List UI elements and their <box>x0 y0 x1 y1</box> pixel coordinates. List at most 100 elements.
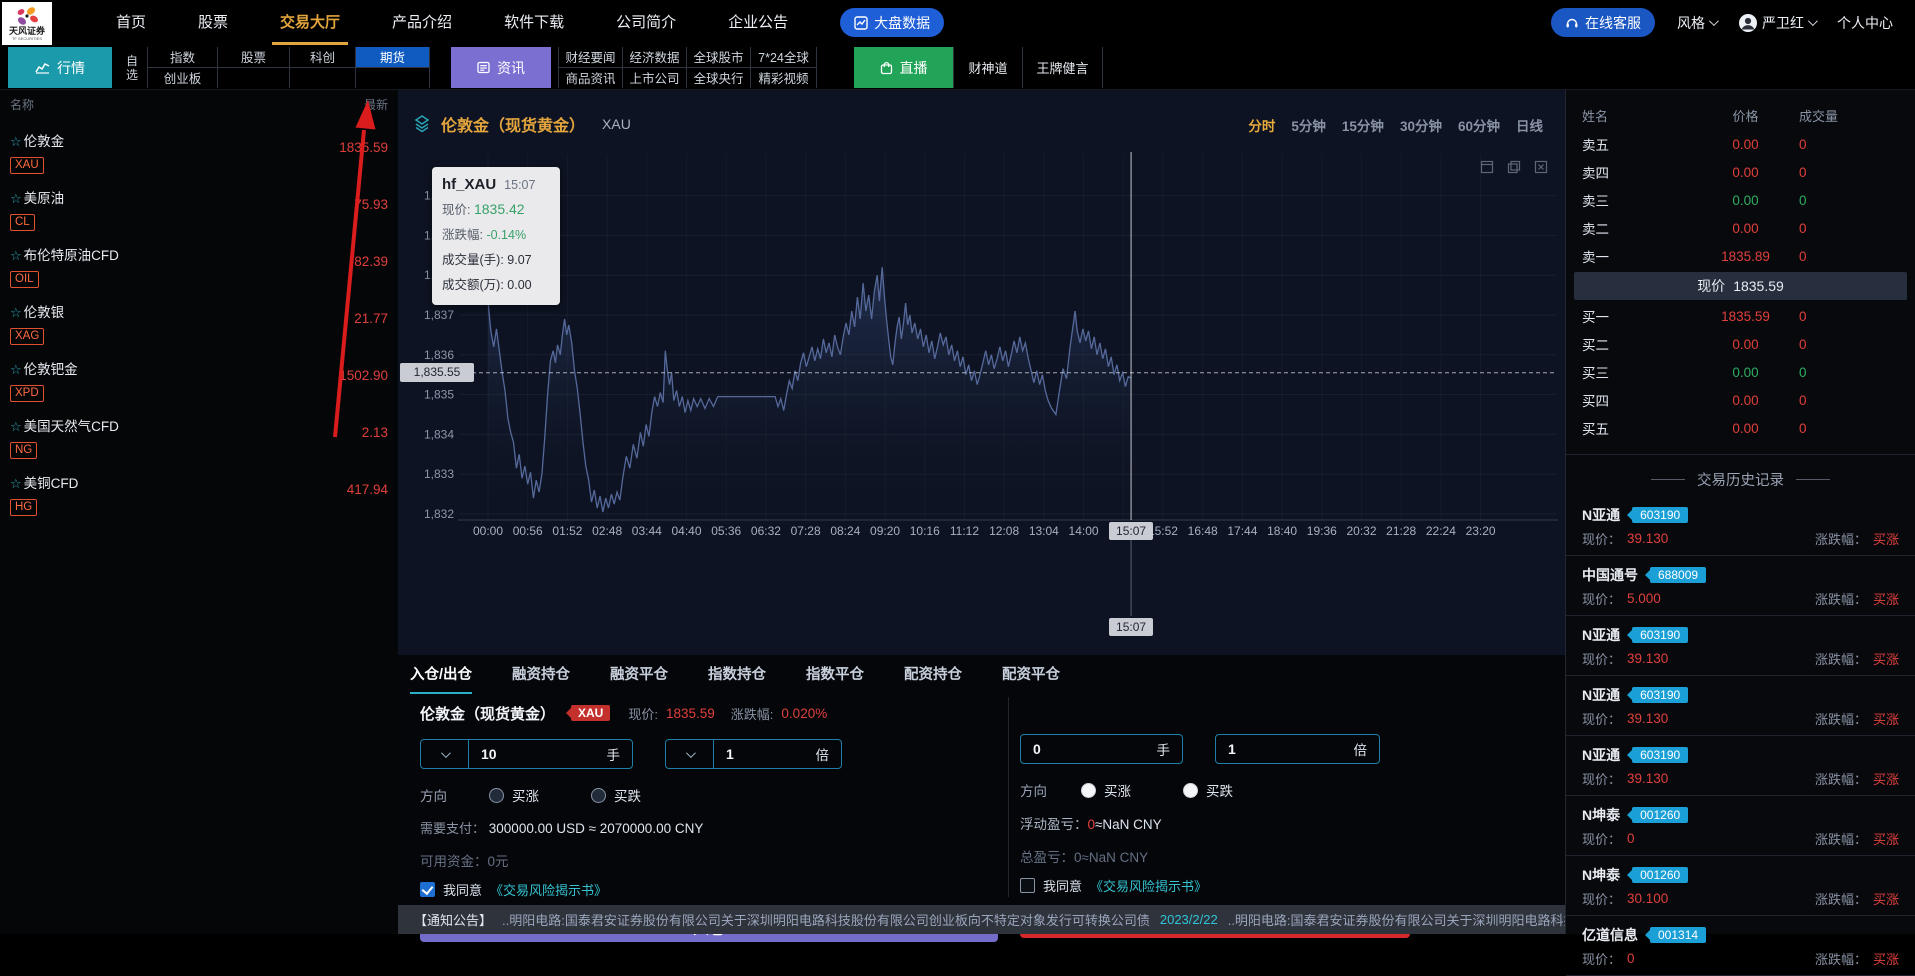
watchlist-item-xau[interactable]: ☆伦敦金 XAU 1835.59 <box>0 130 398 187</box>
history-entry[interactable]: N坤泰001260现价：30.100涨跌幅：买涨 <box>1566 856 1915 916</box>
close-leverage-input-group: 1 倍 <box>1215 734 1380 764</box>
period-tab-timeline[interactable]: 分时 <box>1248 115 1275 135</box>
depth-row-buy4[interactable]: 买四 0.00 0 <box>1566 386 1915 414</box>
nav-item-about[interactable]: 公司简介 <box>590 0 702 45</box>
risk-agreement-link[interactable]: 《交易风险揭示书》 <box>490 880 607 899</box>
tab-favorites[interactable]: 自选 <box>121 47 143 88</box>
tab-index[interactable]: 指数 <box>148 47 218 68</box>
tab-margin-positions[interactable]: 融资持仓 <box>512 663 570 694</box>
nav-item-trading-hall[interactable]: 交易大厅 <box>254 0 366 45</box>
star-icon[interactable]: ☆ <box>10 419 22 434</box>
price-chart[interactable]: 1,8321,8331,8341,8351,8361,8371,8381,839… <box>398 90 1565 650</box>
tab-allocation-close[interactable]: 配资平仓 <box>1002 663 1060 694</box>
tab-index-close[interactable]: 指数平仓 <box>806 663 864 694</box>
svg-text:11:12: 11:12 <box>950 524 979 538</box>
star-icon[interactable]: ☆ <box>10 476 22 491</box>
depth-row-sell3[interactable]: 卖三 0.00 0 <box>1566 186 1915 214</box>
nav-item-home[interactable]: 首页 <box>90 0 172 45</box>
tab-futures[interactable]: 期货 <box>356 47 430 68</box>
close-risk-agreement-link[interactable]: 《交易风险揭示书》 <box>1090 876 1207 895</box>
tab-global-stocks[interactable]: 全球股市 <box>687 47 751 68</box>
buy-down-radio[interactable] <box>591 788 606 803</box>
nav-item-stocks[interactable]: 股票 <box>172 0 254 45</box>
depth-row-buy3[interactable]: 买三 0.00 0 <box>1566 358 1915 386</box>
star-icon[interactable]: ☆ <box>10 191 22 206</box>
history-entry[interactable]: N亚通603190现价：39.130涨跌幅：买涨 <box>1566 496 1915 556</box>
tab-open-close[interactable]: 入仓/出仓 <box>410 663 472 694</box>
tab-stock[interactable]: 股票 <box>218 47 290 68</box>
tab-news[interactable]: 资讯 <box>451 47 551 88</box>
tab-wangpai[interactable]: 王牌健言 <box>1023 47 1103 88</box>
history-entry[interactable]: N亚通603190现价：39.130涨跌幅：买涨 <box>1566 676 1915 736</box>
history-change: 买涨 <box>1873 709 1899 728</box>
tab-quotes[interactable]: 行情 <box>8 47 112 88</box>
tab-margin-close[interactable]: 融资平仓 <box>610 663 668 694</box>
star-icon[interactable]: ☆ <box>10 134 22 149</box>
star-icon[interactable]: ☆ <box>10 305 22 320</box>
depth-row-buy2[interactable]: 买二 0.00 0 <box>1566 330 1915 358</box>
nav-item-downloads[interactable]: 软件下载 <box>478 0 590 45</box>
depth-row-sell4[interactable]: 卖四 0.00 0 <box>1566 158 1915 186</box>
online-service-button[interactable]: 在线客服 <box>1551 8 1655 37</box>
depth-row-buy5[interactable]: 买五 0.00 0 <box>1566 414 1915 442</box>
watchlist-item-xpd[interactable]: ☆伦敦钯金 XPD 1502.90 <box>0 358 398 415</box>
period-tab-30min[interactable]: 30分钟 <box>1400 115 1442 135</box>
tab-index-positions[interactable]: 指数持仓 <box>708 663 766 694</box>
personal-center-link[interactable]: 个人中心 <box>1837 13 1893 33</box>
user-menu[interactable]: 严卫红 <box>1738 13 1815 33</box>
period-tab-15min[interactable]: 15分钟 <box>1342 115 1384 135</box>
tab-allocation-positions[interactable]: 配资持仓 <box>904 663 962 694</box>
tab-commodity-news[interactable]: 商品资讯 <box>559 68 623 89</box>
history-entry[interactable]: N亚通603190现价：39.130涨跌幅：买涨 <box>1566 736 1915 796</box>
svg-text:1,836: 1,836 <box>424 348 454 362</box>
style-dropdown[interactable]: 风格 <box>1677 13 1716 33</box>
close-buy-down-radio[interactable] <box>1183 783 1198 798</box>
tab-724-global[interactable]: 7*24全球 <box>751 47 817 68</box>
tab-live[interactable]: 直播 <box>854 47 953 88</box>
tab-listed-companies[interactable]: 上市公司 <box>623 68 687 89</box>
tab-economic-data[interactable]: 经济数据 <box>623 47 687 68</box>
tab-videos[interactable]: 精彩视频 <box>751 68 817 89</box>
history-entry[interactable]: N坤泰001260现价：0涨跌幅：买涨 <box>1566 796 1915 856</box>
watchlist-item-oil[interactable]: ☆布伦特原油CFD OIL 82.39 <box>0 244 398 301</box>
period-tab-5min[interactable]: 5分钟 <box>1291 115 1326 135</box>
close-leverage-input[interactable]: 1 倍 <box>1216 735 1379 763</box>
tab-finance-news[interactable]: 财经要闻 <box>559 47 623 68</box>
tab-star-market[interactable]: 科创 <box>290 47 356 68</box>
watchlist-item-ng[interactable]: ☆美国天然气CFD NG 2.13 <box>0 415 398 472</box>
history-entry[interactable]: N亚通603190现价：39.130涨跌幅：买涨 <box>1566 616 1915 676</box>
depth-row-buy1[interactable]: 买一 1835.59 0 <box>1566 302 1915 330</box>
tab-central-banks[interactable]: 全球央行 <box>687 68 751 89</box>
depth-row-sell2[interactable]: 卖二 0.00 0 <box>1566 214 1915 242</box>
close-buy-up-radio[interactable] <box>1081 783 1096 798</box>
window-icon[interactable] <box>1480 160 1494 174</box>
star-icon[interactable]: ☆ <box>10 362 22 377</box>
nav-item-announcements[interactable]: 企业公告 <box>702 0 814 45</box>
leverage-input[interactable]: 1 倍 <box>714 740 841 768</box>
tab-caishendao[interactable]: 财神道 <box>953 47 1023 88</box>
watchlist-item-cl[interactable]: ☆美原油 CL 75.93 <box>0 187 398 244</box>
watchlist-item-hg[interactable]: ☆美铜CFD HG 417.94 <box>0 472 398 529</box>
depth-row-sell1[interactable]: 卖一 1835.89 0 <box>1566 242 1915 270</box>
history-entry[interactable]: 亿道信息001314现价：0涨跌幅：买涨 <box>1566 916 1915 976</box>
market-data-button[interactable]: 大盘数据 <box>840 8 944 37</box>
star-icon[interactable]: ☆ <box>10 248 22 263</box>
history-entry[interactable]: 中国通号688009现价：5.000涨跌幅：买涨 <box>1566 556 1915 616</box>
watchlist-item-xag[interactable]: ☆伦敦银 XAG 21.77 <box>0 301 398 358</box>
close-chart-icon[interactable] <box>1534 160 1548 174</box>
period-tab-60min[interactable]: 60分钟 <box>1458 115 1500 135</box>
period-tab-daily[interactable]: 日线 <box>1516 115 1543 135</box>
agree-checkbox[interactable] <box>420 882 435 897</box>
close-agree-checkbox[interactable] <box>1020 878 1035 893</box>
lots-dropdown[interactable] <box>421 740 469 768</box>
close-lots-input[interactable]: 0 手 <box>1021 735 1182 763</box>
nav-item-products[interactable]: 产品介绍 <box>366 0 478 45</box>
tab-chinext[interactable]: 创业板 <box>148 68 218 89</box>
restore-icon[interactable] <box>1507 160 1521 174</box>
brand-logo[interactable]: 天风证券 TF SECURITIES <box>2 2 52 45</box>
tab-news-label: 资讯 <box>497 58 525 78</box>
leverage-dropdown[interactable] <box>666 740 714 768</box>
lots-input[interactable]: 10 手 <box>469 740 632 768</box>
depth-row-sell5[interactable]: 卖五 0.00 0 <box>1566 130 1915 158</box>
buy-up-radio[interactable] <box>489 788 504 803</box>
